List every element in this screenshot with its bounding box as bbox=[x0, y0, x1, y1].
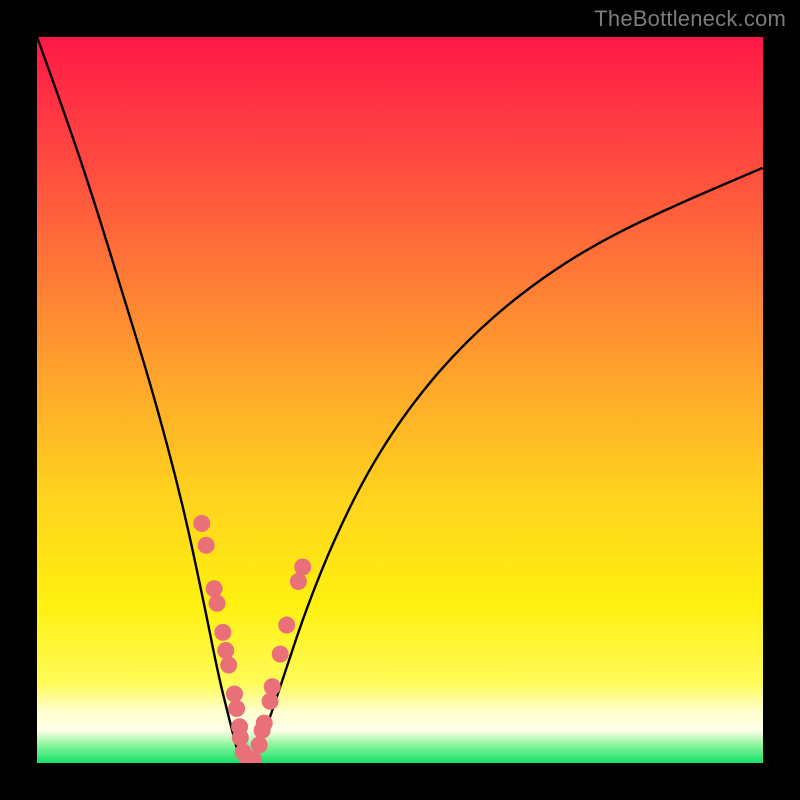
data-point bbox=[214, 624, 231, 641]
data-point bbox=[264, 678, 281, 695]
curve-curve-left bbox=[37, 37, 242, 763]
data-point bbox=[294, 558, 311, 575]
data-point bbox=[226, 686, 243, 703]
plot-area bbox=[37, 37, 763, 763]
data-point bbox=[290, 573, 307, 590]
data-point bbox=[272, 646, 289, 663]
data-point bbox=[228, 700, 245, 717]
chart-frame: TheBottleneck.com bbox=[0, 0, 800, 800]
data-point bbox=[262, 693, 279, 710]
watermark-text: TheBottleneck.com bbox=[594, 6, 786, 32]
data-point bbox=[278, 617, 295, 634]
data-point bbox=[193, 515, 210, 532]
data-point bbox=[232, 729, 249, 746]
curve-layer bbox=[37, 37, 763, 763]
chart-svg bbox=[37, 37, 763, 763]
data-point bbox=[198, 537, 215, 554]
data-point bbox=[220, 656, 237, 673]
data-point bbox=[256, 715, 273, 732]
curve-curve-right bbox=[253, 168, 763, 763]
data-point bbox=[251, 736, 268, 753]
data-point bbox=[209, 595, 226, 612]
data-point bbox=[217, 642, 234, 659]
data-point bbox=[206, 580, 223, 597]
